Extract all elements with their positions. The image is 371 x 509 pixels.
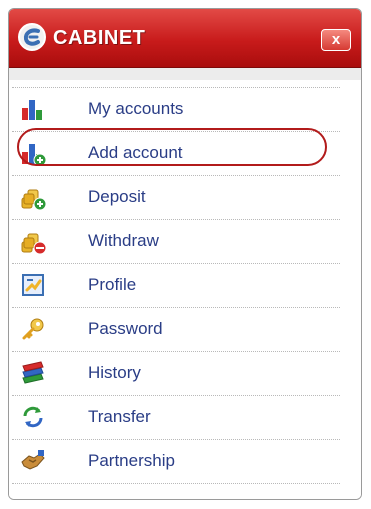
books-icon: [22, 361, 44, 384]
menu-item-password[interactable]: Password: [12, 308, 340, 352]
coins-plus-icon: [21, 189, 46, 210]
menu-item-label: My accounts: [88, 99, 184, 118]
close-icon: x: [331, 31, 341, 48]
menu-item-withdraw[interactable]: Withdraw: [12, 220, 340, 264]
header-divider: [9, 68, 361, 80]
menu-item-profile[interactable]: Profile: [12, 264, 340, 308]
menu-item-label: Password: [88, 319, 163, 338]
cabinet-header: CABINET x: [9, 9, 361, 68]
refresh-arrows-icon: [23, 406, 43, 428]
menu-item-transfer[interactable]: Transfer: [12, 396, 340, 440]
menu-item-label: Partnership: [88, 451, 175, 470]
menu-item-label: Deposit: [88, 187, 146, 206]
coins-minus-icon: [21, 233, 46, 254]
menu-item-history[interactable]: History: [12, 352, 340, 396]
add-account-highlight-ring: [17, 128, 327, 166]
handshake-icon: [21, 450, 45, 470]
menu-item-label: Profile: [88, 275, 137, 294]
menu-item-label: Transfer: [88, 407, 151, 426]
profile-icon: [22, 274, 44, 296]
menu-item-partnership[interactable]: Partnership: [12, 440, 340, 484]
close-button[interactable]: x: [321, 29, 351, 51]
cabinet-title: CABINET: [53, 27, 146, 49]
bar-chart-icon: [22, 100, 42, 120]
key-icon: [22, 318, 44, 340]
menu-item-my-accounts[interactable]: My accounts: [12, 88, 340, 132]
cabinet-logo-icon: [18, 23, 46, 51]
menu-item-label: History: [88, 363, 141, 382]
menu-item-label: Withdraw: [88, 231, 159, 250]
menu-item-deposit[interactable]: Deposit: [12, 176, 340, 220]
